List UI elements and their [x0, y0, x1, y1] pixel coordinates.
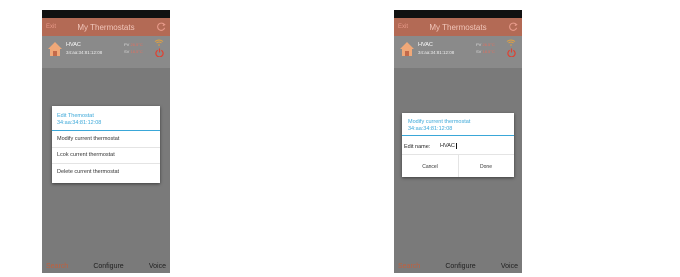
thermostat-list-item[interactable]: HVAC 34:aa:34:81:12:08 PV 26.5°C SV 18.5… — [42, 36, 170, 68]
device-mac: 34:aa:34:81:12:08 — [418, 50, 455, 55]
option-divider — [52, 163, 160, 164]
nav-configure[interactable]: Configure — [93, 263, 123, 270]
dialog-title: Modify current thermostat 34:aa:34:81:12… — [408, 119, 471, 132]
pv-reading: PV 26.5°C — [476, 42, 495, 47]
option-divider — [52, 147, 160, 148]
modify-thermostat-dialog: Modify current thermostat 34:aa:34:81:12… — [402, 113, 514, 177]
nav-search[interactable]: Search — [46, 263, 68, 270]
phone-screen-left: Exit My Thermostats HVAC 34:aa:34:81:12:… — [42, 10, 170, 273]
cancel-button[interactable]: Cancel — [402, 164, 458, 170]
dialog-divider — [402, 135, 514, 136]
edit-thermostat-dialog: Edit Themostat 34:aa:34:81:12:08 Modify … — [52, 106, 160, 183]
device-name: HVAC — [418, 42, 433, 48]
status-bar — [394, 10, 522, 18]
nav-voice[interactable]: Voice — [501, 263, 518, 270]
device-mac: 34:aa:34:81:12:08 — [66, 50, 103, 55]
house-icon — [48, 42, 62, 56]
app-title: My Thermostats — [77, 22, 135, 32]
house-icon — [400, 42, 414, 56]
power-icon[interactable] — [155, 48, 164, 57]
dialog-divider — [52, 130, 160, 131]
nav-voice[interactable]: Voice — [149, 263, 166, 270]
app-bar: Exit My Thermostats — [394, 18, 522, 36]
bottom-nav: Search Configure Voice — [394, 259, 522, 273]
wifi-icon — [506, 39, 516, 46]
status-bar — [42, 10, 170, 18]
dialog-title: Edit Themostat 34:aa:34:81:12:08 — [57, 113, 102, 126]
sv-reading: SV 18.5°C — [476, 49, 495, 54]
app-title: My Thermostats — [429, 22, 487, 32]
edit-name-label: Edit name: — [404, 144, 431, 150]
device-name: HVAC — [66, 42, 81, 48]
app-bar: Exit My Thermostats — [42, 18, 170, 36]
refresh-icon[interactable] — [157, 22, 166, 31]
sv-reading: SV 18.5°C — [124, 49, 143, 54]
pv-reading: PV 26.5°C — [124, 42, 143, 47]
edit-name-input[interactable]: HVAC — [440, 143, 457, 149]
thermostat-list-item[interactable]: HVAC 34:aa:34:81:12:08 PV 26.5°C SV 18.5… — [394, 36, 522, 68]
wifi-icon — [154, 39, 164, 46]
done-button[interactable]: Done — [458, 164, 514, 170]
lock-thermostat-option[interactable]: Lcok current thermostat — [57, 152, 115, 158]
nav-configure[interactable]: Configure — [445, 263, 475, 270]
nav-search[interactable]: Search — [398, 263, 420, 270]
modify-thermostat-option[interactable]: Modify current thermostat — [57, 136, 119, 142]
refresh-icon[interactable] — [509, 22, 518, 31]
bottom-nav: Search Configure Voice — [42, 259, 170, 273]
delete-thermostat-option[interactable]: Delete current thermostat — [57, 169, 119, 175]
power-icon[interactable] — [507, 48, 516, 57]
phone-screen-right: Exit My Thermostats HVAC 34:aa:34:81:12:… — [394, 10, 522, 273]
